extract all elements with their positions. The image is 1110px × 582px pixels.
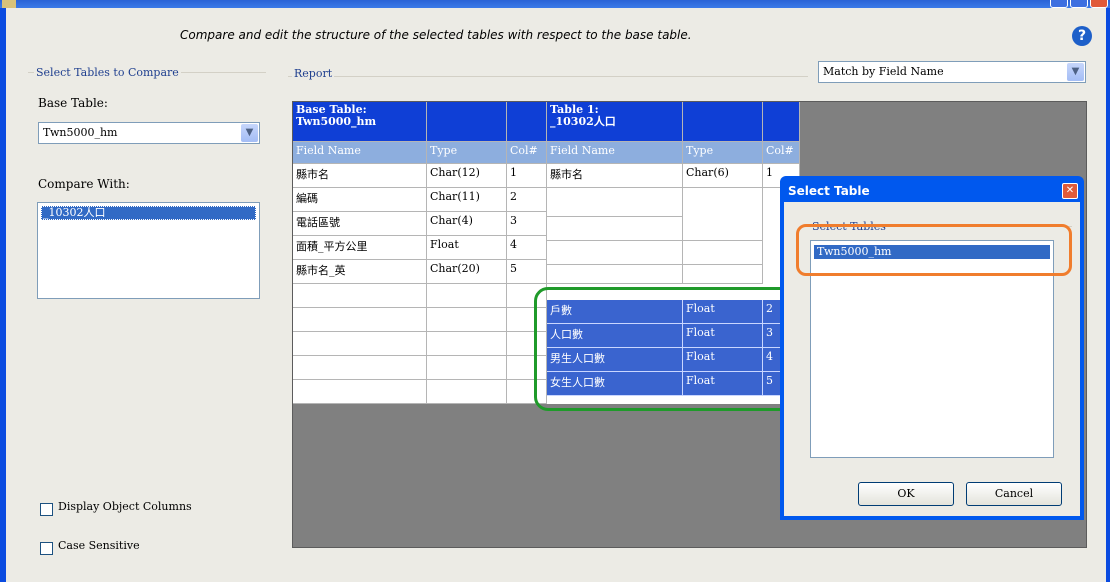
table-cell[interactable]: 2 xyxy=(507,188,547,212)
table-cell[interactable] xyxy=(293,284,427,308)
table-cell[interactable]: 4 xyxy=(507,236,547,260)
table-cell[interactable]: Float xyxy=(427,236,507,260)
table1-header: Table 1: _10302人口 xyxy=(547,102,683,142)
close-button[interactable] xyxy=(1090,0,1108,8)
table-cell[interactable]: 1 xyxy=(507,164,547,188)
table-cell[interactable]: Char(11) xyxy=(427,188,507,212)
table-cell[interactable]: 5 xyxy=(507,260,547,284)
table-cell[interactable]: 縣市名 xyxy=(293,164,427,188)
table-cell[interactable]: Char(4) xyxy=(427,212,507,236)
table-cell[interactable] xyxy=(293,332,427,356)
compare-with-label: Compare With: xyxy=(38,177,130,191)
base-table-value: Twn5000_hm xyxy=(43,126,118,139)
compare-with-list[interactable]: _10302人口 xyxy=(37,202,260,299)
header-spacer xyxy=(507,102,547,142)
chevron-down-icon[interactable]: ▼ xyxy=(1067,63,1084,81)
select-tables-group-title: Select Tables to Compare xyxy=(34,66,181,79)
table-cell[interactable]: Char(20) xyxy=(427,260,507,284)
list-item[interactable]: _10302人口 xyxy=(41,206,256,220)
table-cell[interactable] xyxy=(427,284,507,308)
table-cell[interactable]: 編碼 xyxy=(293,188,427,212)
column-header-field-name[interactable]: Field Name xyxy=(293,142,427,164)
table-cell[interactable]: 電話區號 xyxy=(293,212,427,236)
display-object-columns-checkbox[interactable] xyxy=(40,503,53,516)
base-table-label: Base Table: xyxy=(38,96,108,110)
table-cell[interactable]: 縣市名_英 xyxy=(293,260,427,284)
header-spacer xyxy=(763,102,800,142)
table-cell[interactable] xyxy=(293,308,427,332)
table-cell[interactable] xyxy=(427,308,507,332)
report-group-title: Report xyxy=(292,67,335,80)
cancel-button[interactable]: Cancel xyxy=(966,482,1062,506)
window-border-left xyxy=(0,8,6,582)
dialog-title: Select Table xyxy=(788,184,870,198)
table-cell[interactable]: 縣市名 xyxy=(547,164,683,188)
annotation-highlight-orange xyxy=(796,224,1072,276)
chevron-down-icon[interactable]: ▼ xyxy=(241,124,258,142)
app-icon xyxy=(2,0,16,8)
column-header-type[interactable]: Type xyxy=(683,142,763,164)
table-cell[interactable] xyxy=(293,356,427,380)
report-group-border xyxy=(288,76,808,78)
table-cell[interactable]: Char(12) xyxy=(427,164,507,188)
header-spacer xyxy=(683,102,763,142)
row-divider xyxy=(547,212,683,217)
annotation-highlight-green xyxy=(534,287,800,411)
display-object-columns-label: Display Object Columns xyxy=(58,500,192,513)
table-cell[interactable] xyxy=(427,380,507,404)
base-table-header: Base Table: Twn5000_hm xyxy=(293,102,427,142)
row-divider xyxy=(547,260,763,265)
table-cell[interactable]: Char(6) xyxy=(683,164,763,188)
minimize-button[interactable] xyxy=(1050,0,1068,8)
match-mode-dropdown[interactable]: Match by Field Name ▼ xyxy=(818,61,1086,83)
column-header-field-name[interactable]: Field Name xyxy=(547,142,683,164)
table-cell[interactable]: 3 xyxy=(507,212,547,236)
window-title-bar xyxy=(0,0,1110,8)
column-header-col[interactable]: Col# xyxy=(763,142,800,164)
case-sensitive-checkbox[interactable] xyxy=(40,542,53,555)
row-divider xyxy=(547,236,763,241)
base-table-dropdown[interactable]: Twn5000_hm ▼ xyxy=(38,122,260,144)
close-icon[interactable]: ✕ xyxy=(1062,183,1078,199)
table-cell[interactable] xyxy=(293,380,427,404)
column-header-col[interactable]: Col# xyxy=(507,142,547,164)
table-cell[interactable]: 面積_平方公里 xyxy=(293,236,427,260)
help-icon[interactable]: ? xyxy=(1072,26,1092,46)
instruction-text: Compare and edit the structure of the se… xyxy=(180,28,692,42)
case-sensitive-label: Case Sensitive xyxy=(58,539,140,552)
column-header-type[interactable]: Type xyxy=(427,142,507,164)
table-cell[interactable] xyxy=(427,332,507,356)
ok-button[interactable]: OK xyxy=(858,482,954,506)
table-cell[interactable] xyxy=(427,356,507,380)
header-spacer xyxy=(427,102,507,142)
maximize-button[interactable] xyxy=(1070,0,1088,8)
window-border-right xyxy=(1106,8,1110,582)
match-mode-value: Match by Field Name xyxy=(823,65,944,78)
